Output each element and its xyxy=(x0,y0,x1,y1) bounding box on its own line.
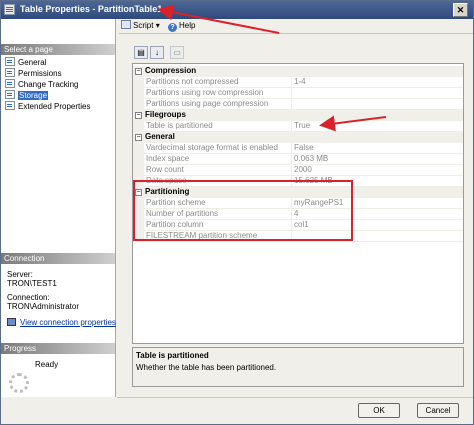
partitioned-arrow xyxy=(319,115,387,132)
title-arrow xyxy=(157,4,280,34)
annotation-arrows xyxy=(157,4,387,132)
table-properties-window: Table Properties - PartitionTable1 ✕ Sel… xyxy=(0,0,474,425)
